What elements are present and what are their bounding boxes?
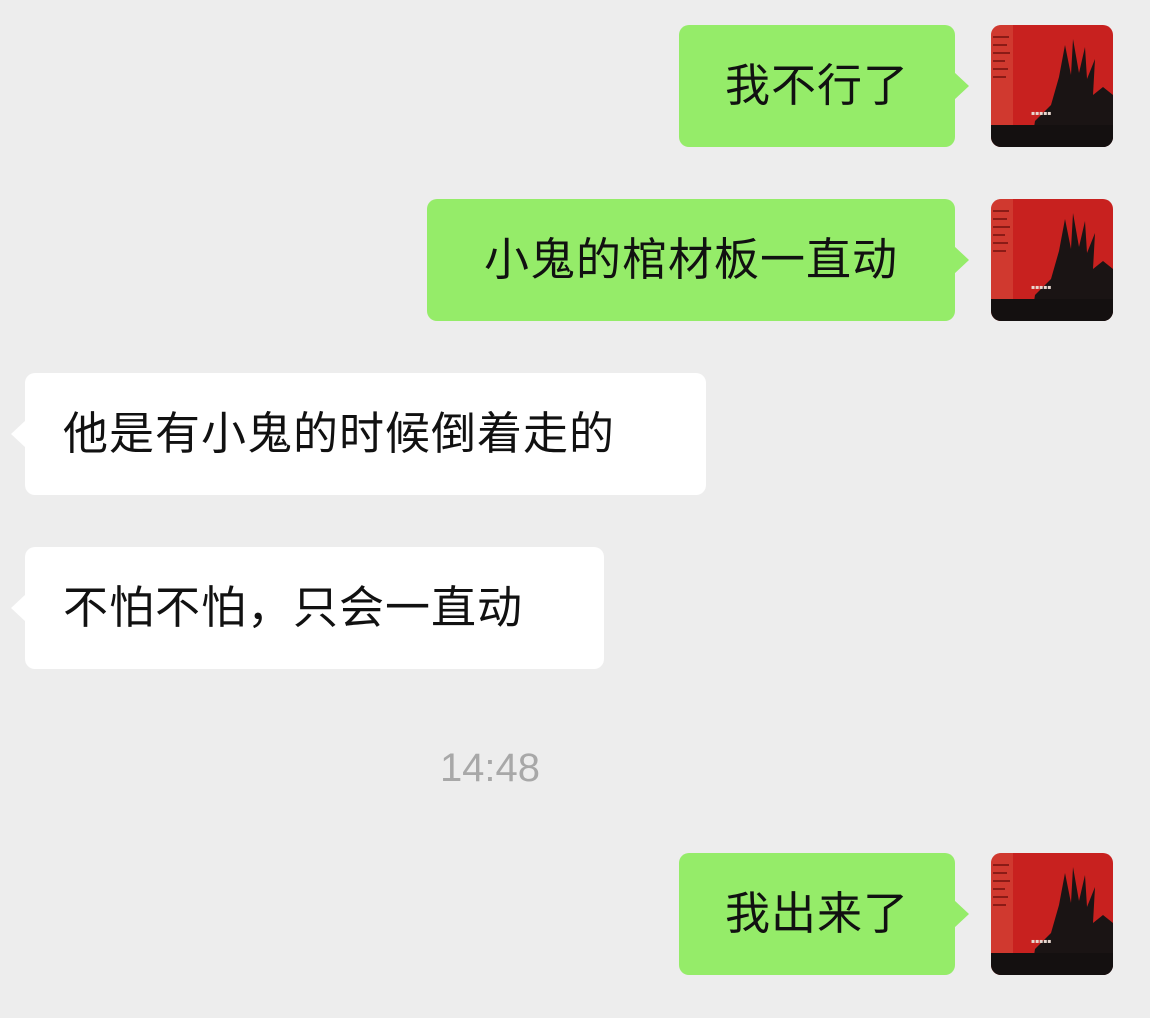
red-hand-silhouette-avatar-icon: ▪▪▪▪▪	[991, 25, 1113, 147]
red-hand-silhouette-avatar-icon: ▪▪▪▪▪	[991, 853, 1113, 975]
outgoing-message-bubble[interactable]: 我不行了	[679, 25, 969, 147]
svg-text:▪▪▪▪▪: ▪▪▪▪▪	[1031, 284, 1051, 291]
incoming-message-bubble[interactable]: 他是有小鬼的时候倒着走的	[11, 373, 706, 495]
red-hand-silhouette-avatar-icon: ▪▪▪▪▪	[991, 199, 1113, 321]
outgoing-message-bubble[interactable]: 小鬼的棺材板一直动	[427, 199, 969, 321]
outgoing-message-bubble[interactable]: 我出来了	[679, 853, 969, 975]
svg-text:▪▪▪▪▪: ▪▪▪▪▪	[1031, 110, 1051, 117]
avatar[interactable]: ▪▪▪▪▪	[991, 199, 1113, 321]
incoming-message-bubble[interactable]: 不怕不怕，只会一直动	[11, 547, 604, 669]
message-timestamp: 14:48	[439, 746, 541, 790]
avatar[interactable]: ▪▪▪▪▪	[991, 25, 1113, 147]
svg-text:▪▪▪▪▪: ▪▪▪▪▪	[1031, 938, 1051, 945]
avatar[interactable]: ▪▪▪▪▪	[991, 853, 1113, 975]
